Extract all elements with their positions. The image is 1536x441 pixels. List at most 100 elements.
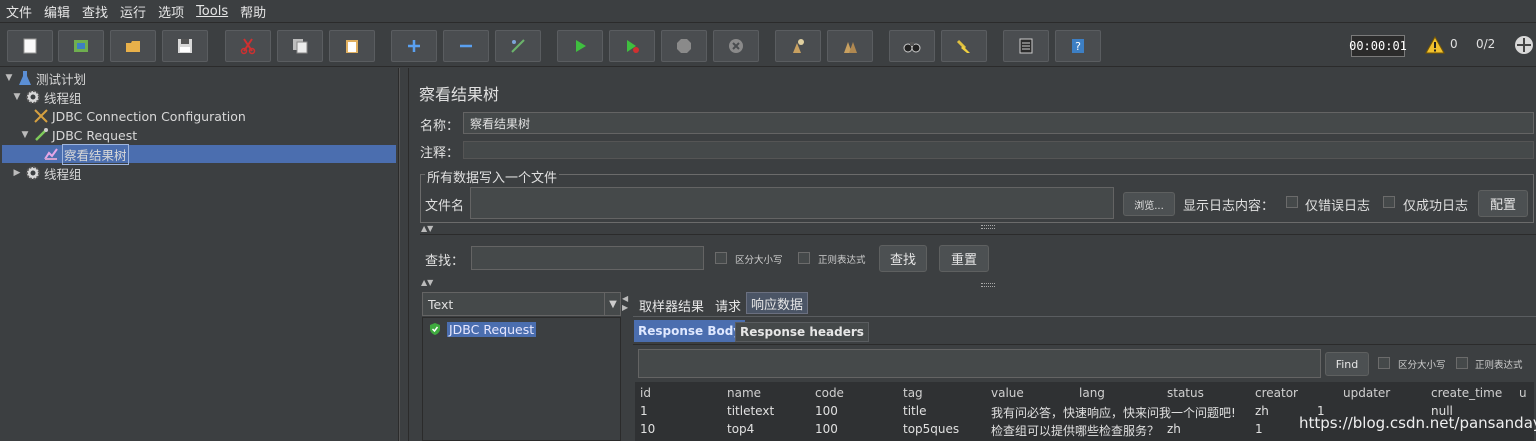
comment-label: 注释： — [420, 146, 460, 161]
cut-button[interactable] — [225, 30, 271, 62]
response-regex-checkbox[interactable] — [1456, 357, 1468, 369]
column-header: u — [1519, 386, 1527, 400]
reset-search-icon — [956, 39, 970, 53]
tree-node-jdbc-config[interactable]: JDBC Connection Configuration — [30, 107, 246, 125]
collapse-arrow-icon[interactable]: ▼ — [12, 92, 22, 102]
tree-node-test-plan[interactable]: ▼ 测试计划 — [4, 69, 86, 87]
toggle-button[interactable] — [495, 30, 541, 62]
test-plan-icon — [19, 71, 31, 85]
drag-handle-icon[interactable] — [981, 225, 995, 229]
start-button[interactable] — [557, 30, 603, 62]
column-header: id — [640, 386, 651, 400]
table-cell: 1 — [1255, 422, 1263, 436]
case-sensitive-checkbox[interactable] — [715, 252, 727, 264]
errors-only-label: 仅错误日志 — [1305, 199, 1371, 214]
success-only-checkbox[interactable] — [1383, 196, 1395, 208]
menu-tools[interactable]: Tools — [190, 4, 234, 19]
tree-node-label: JDBC Request — [52, 127, 138, 143]
stop-icon — [677, 39, 691, 53]
browse-button[interactable]: 浏览... — [1123, 192, 1175, 216]
search-input[interactable] — [471, 246, 704, 270]
find-button[interactable]: 查找 — [879, 245, 927, 272]
renderer-select[interactable]: Text ▼ — [422, 292, 621, 316]
active-threads: 0/2 — [1476, 37, 1496, 51]
save-icon — [178, 39, 192, 53]
function-helper-button[interactable] — [1003, 30, 1049, 62]
pane-arrows-icon[interactable]: ◀ ▶ — [622, 294, 628, 312]
clear-all-button[interactable] — [827, 30, 873, 62]
log-display-label: 显示日志内容： — [1183, 199, 1275, 214]
tree-node-thread-group[interactable]: ▼ 线程组 — [12, 88, 82, 106]
configure-button[interactable]: 配置 — [1478, 190, 1528, 217]
tree-node-view-results[interactable]: 察看结果树 — [2, 143, 396, 165]
menu-edit[interactable]: 编辑 — [38, 2, 76, 21]
collapse-button[interactable] — [443, 30, 489, 62]
menu-options[interactable]: 选项 — [152, 2, 190, 21]
tab-request[interactable]: 请求 — [711, 294, 745, 316]
copy-button[interactable] — [277, 30, 323, 62]
stop-button[interactable] — [661, 30, 707, 62]
warning-icon[interactable] — [1425, 36, 1445, 54]
panel-title: 察看结果树 — [419, 85, 500, 104]
expand-arrow-icon[interactable]: ▶ — [12, 168, 22, 178]
subtab-response-headers[interactable]: Response headers — [735, 322, 869, 342]
table-cell: top5ques — [903, 422, 960, 436]
collapse-arrow-icon[interactable]: ▼ — [20, 130, 30, 140]
tree-node-thread-group-2[interactable]: ▶ 线程组 — [12, 164, 82, 182]
view-results-panel: 察看结果树 名称： 察看结果树 注释： 所有数据写入一个文件 文件名 浏览...… — [409, 68, 1536, 441]
tab-sampler-result[interactable]: 取样器结果 — [635, 294, 708, 316]
help-button[interactable]: ? — [1055, 30, 1101, 62]
response-search-input[interactable] — [638, 349, 1321, 378]
menu-file[interactable]: 文件 — [0, 2, 38, 21]
regex-checkbox[interactable] — [798, 252, 810, 264]
result-item[interactable]: JDBC Request — [428, 320, 537, 338]
clear-button[interactable] — [775, 30, 821, 62]
errors-only-checkbox[interactable] — [1286, 196, 1298, 208]
paste-button[interactable] — [329, 30, 375, 62]
drag-handle-icon[interactable] — [981, 283, 995, 287]
save-button[interactable] — [162, 30, 208, 62]
templates-icon — [74, 40, 88, 52]
toggle-icon — [511, 39, 525, 53]
search-label: 查找： — [425, 254, 465, 269]
reset-search-button[interactable] — [941, 30, 987, 62]
expand-icon — [408, 40, 420, 52]
search-button[interactable] — [889, 30, 935, 62]
paste-icon — [346, 40, 358, 53]
column-header: name — [727, 386, 762, 400]
tree-node-label: 线程组 — [44, 90, 82, 106]
menu-help[interactable]: 帮助 — [234, 2, 272, 21]
subtab-response-body[interactable]: Response Body — [634, 320, 746, 342]
shutdown-button[interactable] — [713, 30, 759, 62]
open-button[interactable] — [110, 30, 156, 62]
tab-response-data[interactable]: 响应数据 — [746, 292, 809, 314]
filename-input[interactable] — [470, 187, 1114, 219]
column-header: updater — [1343, 386, 1391, 400]
tab-divider — [633, 316, 1536, 317]
templates-button[interactable] — [58, 30, 104, 62]
clear-icon — [793, 39, 804, 53]
table-cell: 检查组可以提供哪些检查服务？ — [991, 424, 1160, 438]
menu-search[interactable]: 查找 — [76, 2, 114, 21]
reset-button[interactable]: 重置 — [939, 245, 989, 272]
response-find-button[interactable]: Find — [1325, 352, 1369, 376]
chevron-down-icon: ▼ — [604, 293, 621, 315]
success-shield-icon — [430, 323, 440, 335]
comment-input[interactable] — [463, 141, 1534, 159]
tree-node-label: JDBC Connection Configuration — [52, 108, 246, 124]
column-header: value — [991, 386, 1024, 400]
response-case-checkbox[interactable] — [1378, 357, 1390, 369]
split-pane-divider[interactable] — [399, 68, 409, 441]
name-input[interactable]: 察看结果树 — [463, 112, 1534, 134]
renderer-select-value: Text — [428, 297, 454, 312]
new-icon — [23, 38, 37, 54]
split-arrows-icon[interactable]: ▲▼ — [421, 278, 433, 287]
menu-run[interactable]: 运行 — [114, 2, 152, 21]
tree-node-jdbc-request[interactable]: ▼ JDBC Request — [20, 126, 138, 144]
split-arrows-icon[interactable]: ▲▼ — [421, 224, 433, 233]
start-no-pause-button[interactable] — [609, 30, 655, 62]
expand-button[interactable] — [391, 30, 437, 62]
collapse-arrow-icon[interactable]: ▼ — [4, 73, 14, 83]
new-button[interactable] — [7, 30, 53, 62]
table-cell: title — [903, 404, 927, 418]
